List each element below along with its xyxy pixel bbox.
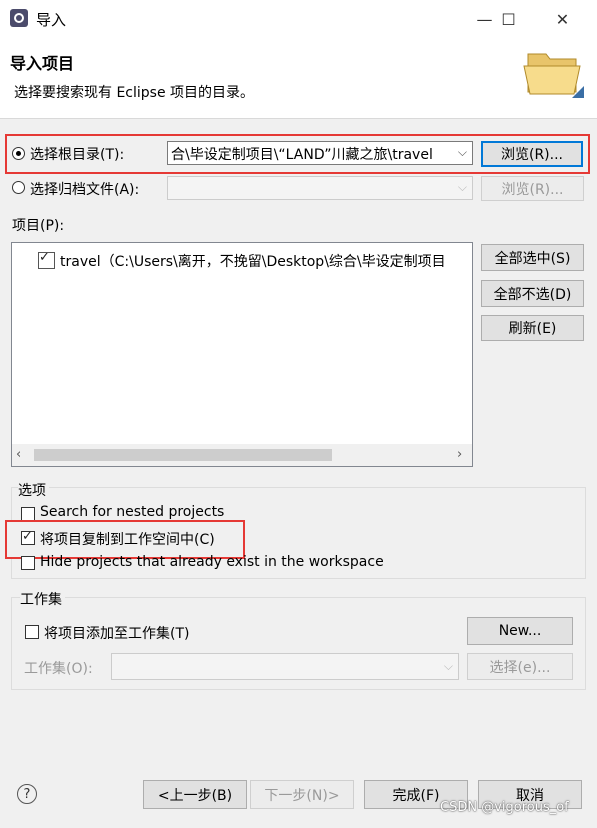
wizard-header bbox=[0, 38, 597, 119]
close-button[interactable]: ✕ bbox=[540, 0, 585, 38]
projects-label: 项目(P): bbox=[12, 218, 65, 234]
wizard-subtitle: 选择要搜索现有 Eclipse 项目的目录。 bbox=[14, 85, 255, 101]
search-nested-checkbox[interactable] bbox=[21, 507, 35, 521]
archive-radio[interactable] bbox=[12, 181, 25, 194]
working-set-label: 工作集(O): bbox=[24, 661, 93, 677]
search-nested-label: Search for nested projects bbox=[40, 504, 225, 520]
back-button[interactable]: <上一步(B) bbox=[143, 780, 247, 809]
copy-into-workspace-label: 将项目复制到工作空间中(C) bbox=[40, 532, 215, 548]
chevron-down-icon[interactable]: ⌵ bbox=[454, 145, 467, 160]
project-name: travel（C:\Users\离开，不挽留\Desktop\综合\毕设定制项目 bbox=[60, 254, 446, 270]
add-to-working-set-checkbox[interactable] bbox=[25, 625, 39, 639]
archive-browse-button[interactable]: 浏览(R)... bbox=[481, 176, 584, 201]
archive-label: 选择归档文件(A): bbox=[30, 182, 140, 198]
archive-combo[interactable]: ⌵ bbox=[167, 176, 473, 200]
copy-into-workspace-checkbox[interactable] bbox=[21, 529, 35, 545]
add-to-working-set-label: 将项目添加至工作集(T) bbox=[44, 626, 190, 642]
help-icon[interactable]: ? bbox=[17, 784, 37, 804]
project-checkbox[interactable] bbox=[38, 250, 55, 269]
select-working-set-button[interactable]: 选择(e)... bbox=[467, 653, 573, 680]
hide-existing-checkbox[interactable] bbox=[21, 556, 35, 570]
scroll-left-icon[interactable]: ‹ bbox=[16, 447, 21, 462]
maximize-button[interactable]: ☐ bbox=[486, 0, 531, 38]
scroll-right-icon[interactable]: › bbox=[457, 447, 462, 462]
select-all-button[interactable]: 全部选中(S) bbox=[481, 244, 584, 271]
window-title: 导入 bbox=[36, 11, 67, 29]
projects-list[interactable]: travel（C:\Users\离开，不挽留\Desktop\综合\毕设定制项目… bbox=[11, 242, 473, 467]
chevron-down-icon[interactable]: ⌵ bbox=[458, 180, 467, 195]
options-group-label: 选项 bbox=[18, 480, 49, 500]
working-set-combo[interactable]: ⌵ bbox=[111, 653, 459, 680]
root-dir-radio[interactable] bbox=[12, 147, 25, 160]
eclipse-app-icon bbox=[10, 9, 28, 27]
open-folder-icon bbox=[523, 53, 584, 98]
wizard-title: 导入项目 bbox=[10, 54, 75, 73]
watermark-text: CSDN @vigorous_of bbox=[440, 800, 569, 815]
list-item[interactable]: travel（C:\Users\离开，不挽留\Desktop\综合\毕设定制项目 bbox=[36, 249, 472, 270]
root-browse-button[interactable]: 浏览(R)... bbox=[481, 141, 583, 167]
root-dir-value: 合\毕设定制项目\“LAND”川藏之旅\travel bbox=[171, 147, 433, 163]
root-dir-label: 选择根目录(T): bbox=[30, 147, 125, 163]
scrollbar-thumb[interactable] bbox=[34, 449, 332, 461]
deselect-all-button[interactable]: 全部不选(D) bbox=[481, 280, 584, 307]
next-button[interactable]: 下一步(N)> bbox=[250, 780, 354, 809]
chevron-down-icon[interactable]: ⌵ bbox=[444, 659, 453, 674]
root-dir-combo[interactable]: 合\毕设定制项目\“LAND”川藏之旅\travel ⌵ bbox=[167, 141, 473, 165]
refresh-button[interactable]: 刷新(E) bbox=[481, 315, 584, 341]
horizontal-scrollbar[interactable]: ‹ › bbox=[12, 444, 472, 466]
working-sets-group-label: 工作集 bbox=[20, 589, 65, 609]
new-working-set-button[interactable]: New... bbox=[467, 617, 573, 645]
hide-existing-label: Hide projects that already exist in the … bbox=[40, 554, 384, 570]
